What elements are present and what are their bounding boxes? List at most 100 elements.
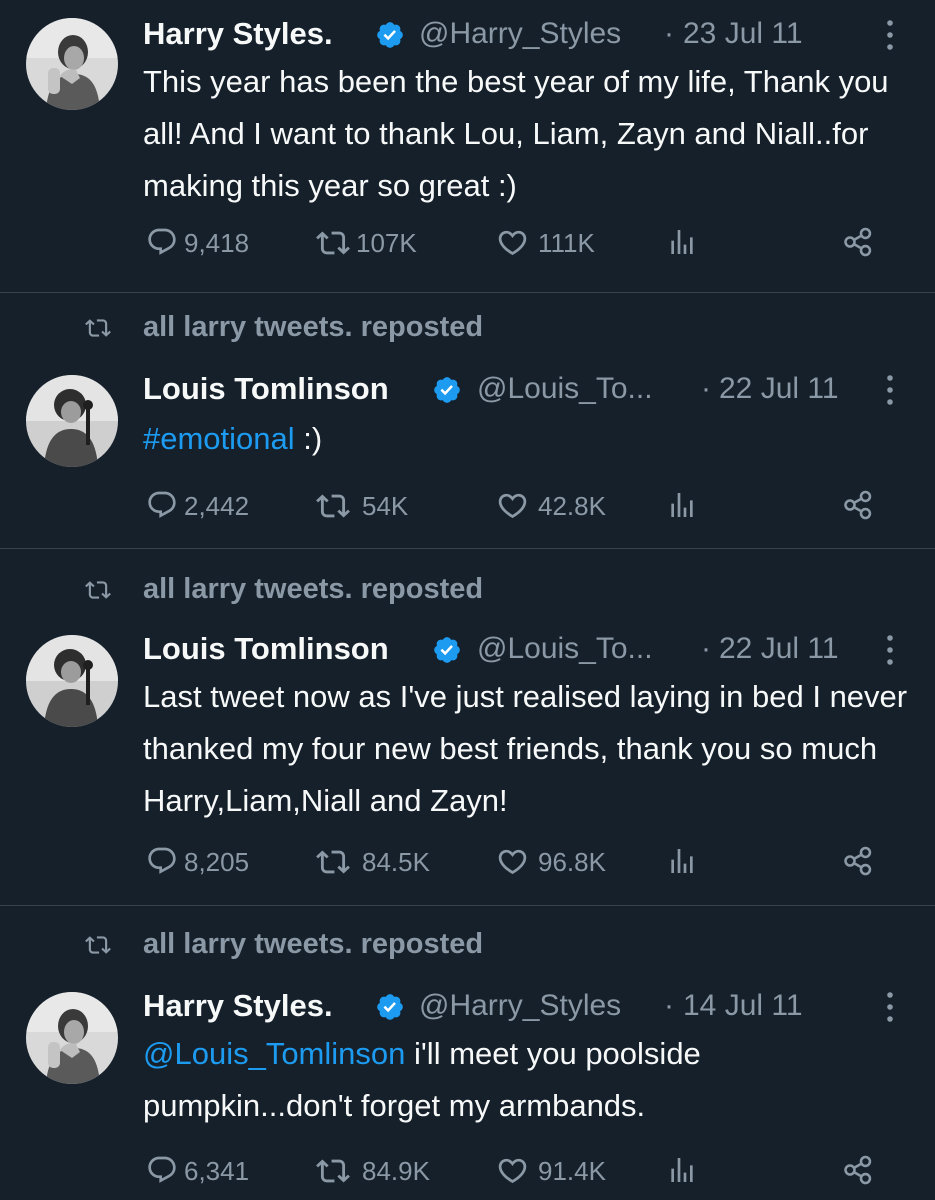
separator-dot: · [701, 372, 711, 405]
mention-link[interactable]: @Louis_Tomlinson [143, 1036, 405, 1071]
verified-badge-icon[interactable] [432, 375, 462, 405]
views-icon [666, 489, 698, 521]
timestamp[interactable]: 23 Jul 11 [683, 17, 803, 51]
repost-button[interactable]: 84.5K [316, 841, 446, 881]
avatar[interactable] [26, 992, 118, 1084]
repost-icon [316, 845, 350, 879]
tweet-header: Harry Styles. @Harry_Styles · 14 Jul 11 [143, 988, 903, 1028]
views-button[interactable] [666, 841, 700, 881]
separator-dot: · [664, 989, 674, 1022]
display-name[interactable]: Louis Tomlinson [143, 371, 389, 407]
avatar[interactable] [26, 18, 118, 110]
views-button[interactable] [666, 222, 700, 262]
tweet-text: @Louis_Tomlinson i'll meet you poolside … [143, 1028, 913, 1132]
separator-dot: · [701, 632, 711, 665]
like-button[interactable]: 96.8K [496, 841, 621, 881]
action-bar: 9,418 107K 111K [0, 222, 935, 262]
action-bar: 2,442 54K 42.8K [0, 485, 935, 525]
handle[interactable]: @Louis_To... [477, 372, 653, 406]
repost-icon [316, 1154, 350, 1188]
tweet[interactable]: all larry tweets. reposted Louis Tomlins… [0, 293, 935, 548]
share-button[interactable] [842, 222, 876, 262]
reply-count: 6,341 [184, 1156, 250, 1186]
repost-context-icon [80, 932, 116, 958]
reply-icon [146, 1154, 178, 1186]
reply-count: 9,418 [184, 228, 250, 258]
like-button[interactable]: 91.4K [496, 1150, 616, 1190]
avatar[interactable] [26, 635, 118, 727]
repost-context: all larry tweets. reposted [0, 926, 935, 966]
like-button[interactable]: 42.8K [496, 485, 621, 525]
reply-button[interactable]: 9,418 [146, 222, 266, 262]
repost-count: 54K [362, 491, 409, 521]
repost-button[interactable]: 84.9K [316, 1150, 446, 1190]
tweet[interactable]: all larry tweets. reposted Louis Tomlins… [0, 549, 935, 905]
reply-icon [146, 226, 178, 258]
share-button[interactable] [842, 485, 876, 525]
hashtag-link[interactable]: #emotional [143, 421, 295, 456]
tweet-text: #emotional :) [143, 413, 913, 465]
repost-context: all larry tweets. reposted [0, 309, 935, 349]
repost-icon [316, 226, 350, 260]
tweet-text: This year has been the best year of my l… [143, 64, 889, 203]
repost-button[interactable]: 54K [316, 485, 426, 525]
share-button[interactable] [842, 841, 876, 881]
timestamp[interactable]: 14 Jul 11 [683, 989, 803, 1023]
display-name[interactable]: Harry Styles. [143, 16, 333, 52]
reply-icon [146, 489, 178, 521]
repost-context-icon [80, 315, 116, 341]
more-options-icon[interactable] [883, 373, 897, 407]
tweet-header: Harry Styles. @Harry_Styles · 23 Jul 11 [143, 16, 903, 56]
more-options-icon[interactable] [883, 18, 897, 52]
views-button[interactable] [666, 1150, 700, 1190]
like-count: 42.8K [538, 491, 606, 521]
share-icon [842, 845, 874, 877]
views-button[interactable] [666, 485, 700, 525]
share-icon [842, 226, 874, 258]
verified-badge-icon[interactable] [432, 635, 462, 665]
like-count: 111K [538, 228, 595, 258]
handle[interactable]: @Harry_Styles [419, 989, 621, 1023]
like-icon [496, 226, 529, 259]
views-icon [666, 845, 698, 877]
like-icon [496, 1154, 529, 1187]
display-name[interactable]: Harry Styles. [143, 988, 333, 1024]
reply-count: 8,205 [184, 847, 250, 877]
avatar[interactable] [26, 375, 118, 467]
action-bar: 6,341 84.9K 91.4K [0, 1150, 935, 1190]
share-icon [842, 1154, 874, 1186]
more-options-icon[interactable] [883, 633, 897, 667]
tweet[interactable]: Harry Styles. @Harry_Styles · 23 Jul 11 … [0, 0, 935, 292]
avatar-image [26, 18, 118, 110]
timestamp[interactable]: 22 Jul 11 [719, 372, 839, 406]
share-button[interactable] [842, 1150, 876, 1190]
repost-context-label[interactable]: all larry tweets. reposted [143, 573, 483, 606]
reply-button[interactable]: 8,205 [146, 841, 271, 881]
repost-context-label[interactable]: all larry tweets. reposted [143, 311, 483, 344]
tweet[interactable]: all larry tweets. reposted Harry Styles.… [0, 906, 935, 1200]
more-options-icon[interactable] [883, 990, 897, 1024]
action-bar: 8,205 84.5K 96.8K [0, 841, 935, 881]
tweet-text-rest: :) [294, 421, 323, 456]
repost-context-label[interactable]: all larry tweets. reposted [143, 928, 483, 961]
tweet-header: Louis Tomlinson @Louis_To... · 22 Jul 11 [143, 631, 903, 671]
reply-count: 2,442 [184, 491, 250, 521]
views-icon [666, 1154, 698, 1186]
reply-button[interactable]: 6,341 [146, 1150, 271, 1190]
repost-count: 107K [356, 228, 417, 258]
repost-icon [316, 489, 350, 523]
like-button[interactable]: 111K [496, 222, 606, 262]
display-name[interactable]: Louis Tomlinson [143, 631, 389, 667]
views-icon [666, 226, 698, 258]
repost-context: all larry tweets. reposted [0, 571, 935, 611]
handle[interactable]: @Harry_Styles [419, 17, 621, 51]
verified-badge-icon[interactable] [375, 20, 405, 50]
tweet-header: Louis Tomlinson @Louis_To... · 22 Jul 11 [143, 371, 903, 411]
repost-button[interactable]: 107K [316, 222, 436, 262]
avatar-image [26, 635, 118, 727]
timestamp[interactable]: 22 Jul 11 [719, 632, 839, 666]
reply-button[interactable]: 2,442 [146, 485, 266, 525]
verified-badge-icon[interactable] [375, 992, 405, 1022]
handle[interactable]: @Louis_To... [477, 632, 653, 666]
like-count: 91.4K [538, 1156, 606, 1186]
